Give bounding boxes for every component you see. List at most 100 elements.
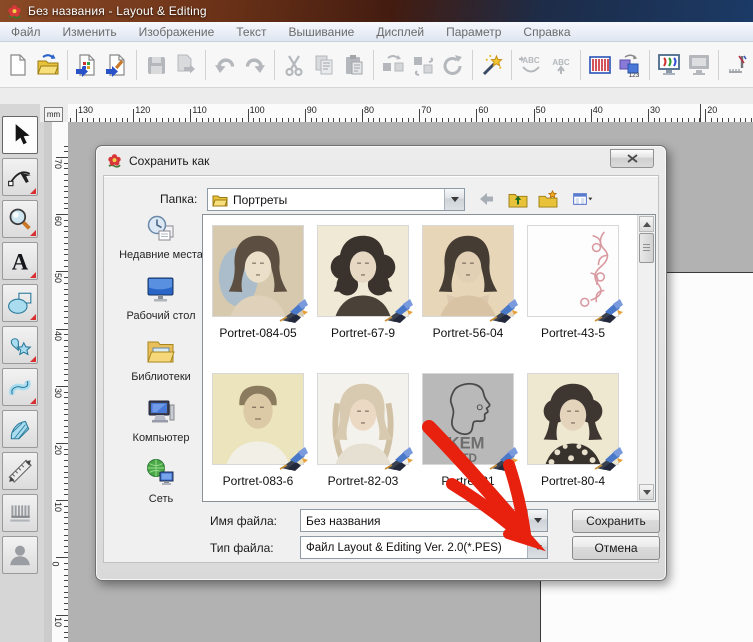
- up-one-level-button[interactable]: [506, 188, 530, 210]
- file-name-input[interactable]: Без названия: [300, 509, 548, 532]
- view-menu-button[interactable]: [566, 188, 600, 210]
- file-type-label: Тип файла:: [210, 541, 274, 555]
- ruler-tick: [76, 109, 77, 122]
- file-type-dropdown-button[interactable]: [527, 537, 547, 558]
- menu-текст[interactable]: Текст: [225, 22, 277, 41]
- vertical-ruler: 70605040302010010: [52, 122, 69, 642]
- menu-дисплей[interactable]: Дисплей: [365, 22, 435, 41]
- point-edit-tool[interactable]: [2, 158, 38, 196]
- ruler-tick: [534, 109, 535, 122]
- window-title: Без названия - Layout & Editing: [28, 4, 207, 18]
- v-ruler-label: 20: [53, 445, 63, 455]
- folder-label: Папка:: [160, 192, 197, 206]
- place-recent-places[interactable]: Недавние места: [116, 214, 206, 262]
- zoom-tool[interactable]: [2, 200, 38, 238]
- portrait-tool[interactable]: [2, 536, 38, 574]
- text-tool[interactable]: A: [2, 242, 38, 280]
- dialog-titlebar[interactable]: Сохранить как: [96, 146, 666, 175]
- fan-shape-tool[interactable]: [2, 410, 38, 448]
- shape-oval-tool[interactable]: [2, 284, 38, 322]
- file-thumbnail-woman-blonde: [317, 373, 409, 465]
- app-flower-icon: [7, 4, 22, 19]
- toolbar-separator: [472, 50, 473, 80]
- ruler-tick: [56, 386, 68, 387]
- place-network[interactable]: Сеть: [116, 458, 206, 506]
- place-computer[interactable]: Компьютер: [116, 397, 206, 445]
- text-transform-icon: ABC: [547, 50, 575, 80]
- h-ruler-label: 110: [192, 105, 206, 115]
- dialog-flower-icon: [107, 153, 122, 168]
- menu-параметр[interactable]: Параметр: [435, 22, 512, 41]
- shape-curve-tool[interactable]: [2, 368, 38, 406]
- sewing-order-icon[interactable]: 123: [616, 50, 644, 80]
- file-name-label: Имя файла:: [210, 514, 277, 528]
- realistic-preview-icon[interactable]: [655, 50, 683, 80]
- menu-справка[interactable]: Справка: [512, 22, 581, 41]
- magic-wand-icon[interactable]: [478, 50, 506, 80]
- h-ruler-label: 80: [364, 105, 374, 115]
- toolbar-separator: [136, 50, 137, 80]
- measure-tool[interactable]: [2, 452, 38, 490]
- file-item[interactable]: Portret-67-9: [315, 225, 411, 340]
- file-item[interactable]: Portret-80-4: [525, 373, 621, 488]
- toolbar-separator: [373, 50, 374, 80]
- window-titlebar[interactable]: Без названия - Layout & Editing: [0, 0, 753, 22]
- toolbar-separator: [511, 50, 512, 80]
- cancel-button[interactable]: Отмена: [572, 536, 660, 560]
- scroll-down-button[interactable]: [639, 484, 654, 500]
- menu-файл[interactable]: Файл: [0, 22, 52, 41]
- file-item[interactable]: KEM LTD Portret-81: [420, 373, 516, 488]
- place-libraries[interactable]: Библиотеки: [116, 336, 206, 384]
- place-desktop[interactable]: Рабочий стол: [116, 275, 206, 323]
- toolbar-separator: [649, 50, 650, 80]
- folder-combobox[interactable]: Портреты: [207, 188, 465, 211]
- ruler-tick: [56, 329, 68, 330]
- new-folder-button[interactable]: [536, 188, 560, 210]
- scroll-thumb[interactable]: [639, 233, 654, 263]
- libraries-icon: [146, 336, 176, 369]
- file-item[interactable]: Portret-56-04: [420, 225, 516, 340]
- v-ruler-label: 70: [53, 159, 63, 169]
- import-image-icon[interactable]: [103, 50, 131, 80]
- chevron-down-icon: [451, 197, 459, 202]
- pes-bird-icon: [278, 445, 310, 471]
- file-item[interactable]: Portret-43-5: [525, 225, 621, 340]
- menu-вышивание[interactable]: Вышивание: [277, 22, 365, 41]
- select-tool[interactable]: [2, 116, 38, 154]
- file-type-combobox[interactable]: Файл Layout & Editing Ver. 2.0(*.PES): [300, 536, 548, 559]
- toolbar-separator: [274, 50, 275, 80]
- v-ruler-label: 60: [53, 216, 63, 226]
- toolbar-separator: [67, 50, 68, 80]
- menu-изменить[interactable]: Изменить: [52, 22, 128, 41]
- page-edge-marker: [700, 104, 701, 122]
- ruler-tick: [419, 109, 420, 122]
- pes-bird-icon: [488, 445, 520, 471]
- stitch-simulator-icon[interactable]: [724, 50, 752, 80]
- save-button[interactable]: Сохранить: [572, 509, 660, 533]
- manual-punch-tool[interactable]: [2, 494, 38, 532]
- svg-text:KEM: KEM: [448, 433, 485, 452]
- file-name-dropdown-button[interactable]: [527, 510, 547, 531]
- thread-palette-icon[interactable]: [586, 50, 614, 80]
- h-ruler-label: 120: [135, 105, 150, 115]
- h-ruler-label: 60: [478, 105, 488, 115]
- file-item[interactable]: Portret-82-03: [315, 373, 411, 488]
- file-list: Portret-80-4 KEM LTD Portret-81 Portret-…: [202, 214, 656, 502]
- file-item[interactable]: Portret-084-05: [210, 225, 306, 340]
- menu-изображение[interactable]: Изображение: [128, 22, 226, 41]
- scrollbar[interactable]: [637, 215, 655, 501]
- arrow-up-icon: [643, 222, 651, 227]
- import-design-icon[interactable]: [73, 50, 101, 80]
- shape-star-tool[interactable]: [2, 326, 38, 364]
- folder-dropdown-button[interactable]: [444, 189, 464, 210]
- close-button[interactable]: [610, 149, 654, 168]
- close-icon: [627, 154, 638, 163]
- file-item[interactable]: Portret-083-6: [210, 373, 306, 488]
- places-bar: Недавние места Рабочий стол Библиотеки Комп…: [116, 214, 206, 519]
- export-icon: [172, 50, 200, 80]
- screen-preview-icon: [685, 50, 713, 80]
- new-document-icon[interactable]: [4, 50, 32, 80]
- open-folder-icon[interactable]: [34, 50, 62, 80]
- arrow-down-icon: [643, 490, 651, 495]
- scroll-up-button[interactable]: [639, 216, 654, 232]
